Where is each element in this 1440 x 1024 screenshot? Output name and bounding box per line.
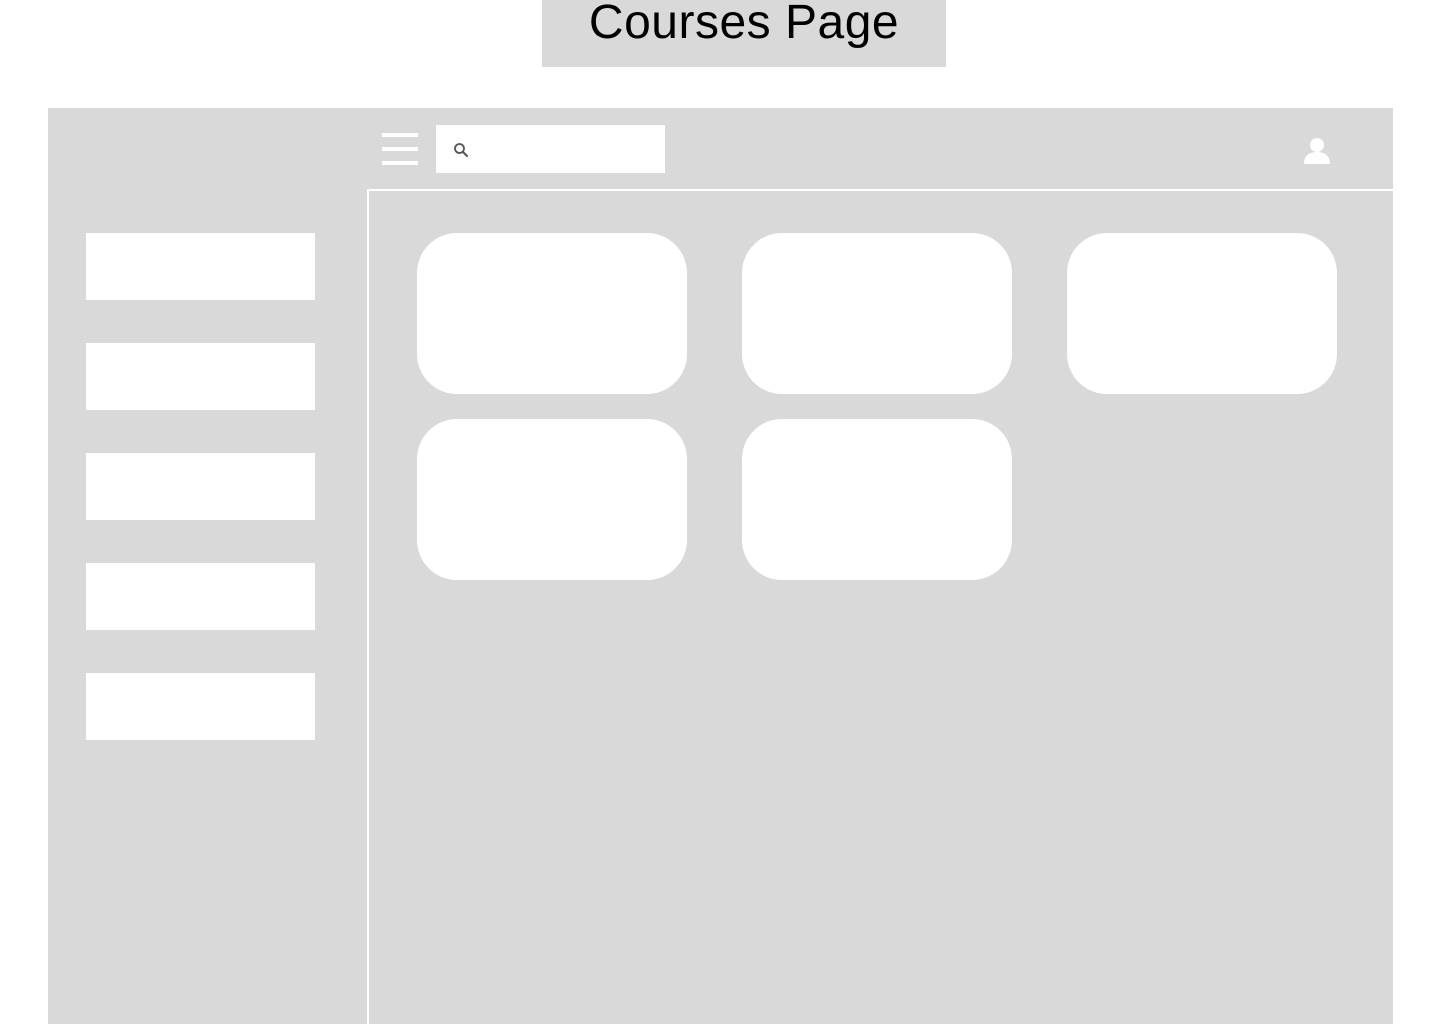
course-card[interactable] <box>742 419 1012 580</box>
sidebar-item[interactable] <box>86 563 315 630</box>
user-icon[interactable] <box>1302 136 1332 164</box>
page-title: Courses Page <box>588 0 900 49</box>
menu-bar <box>382 147 418 151</box>
course-card[interactable] <box>1067 233 1337 394</box>
sidebar-item[interactable] <box>86 233 315 300</box>
page-title-banner: Courses Page <box>542 0 946 67</box>
menu-bar <box>382 161 418 165</box>
sidebar-item[interactable] <box>86 453 315 520</box>
menu-bar <box>382 133 418 137</box>
search-input[interactable] <box>476 125 660 175</box>
sidebar-item[interactable] <box>86 343 315 410</box>
course-card[interactable] <box>417 233 687 394</box>
search-icon <box>454 143 468 157</box>
hamburger-menu-icon[interactable] <box>382 133 418 165</box>
search-box[interactable] <box>436 125 665 175</box>
header-divider <box>367 189 1393 191</box>
sidebar-divider <box>367 189 369 1024</box>
course-card[interactable] <box>742 233 1012 394</box>
sidebar-item[interactable] <box>86 673 315 740</box>
course-card[interactable] <box>417 419 687 580</box>
page: Courses Page <box>0 0 1440 1024</box>
